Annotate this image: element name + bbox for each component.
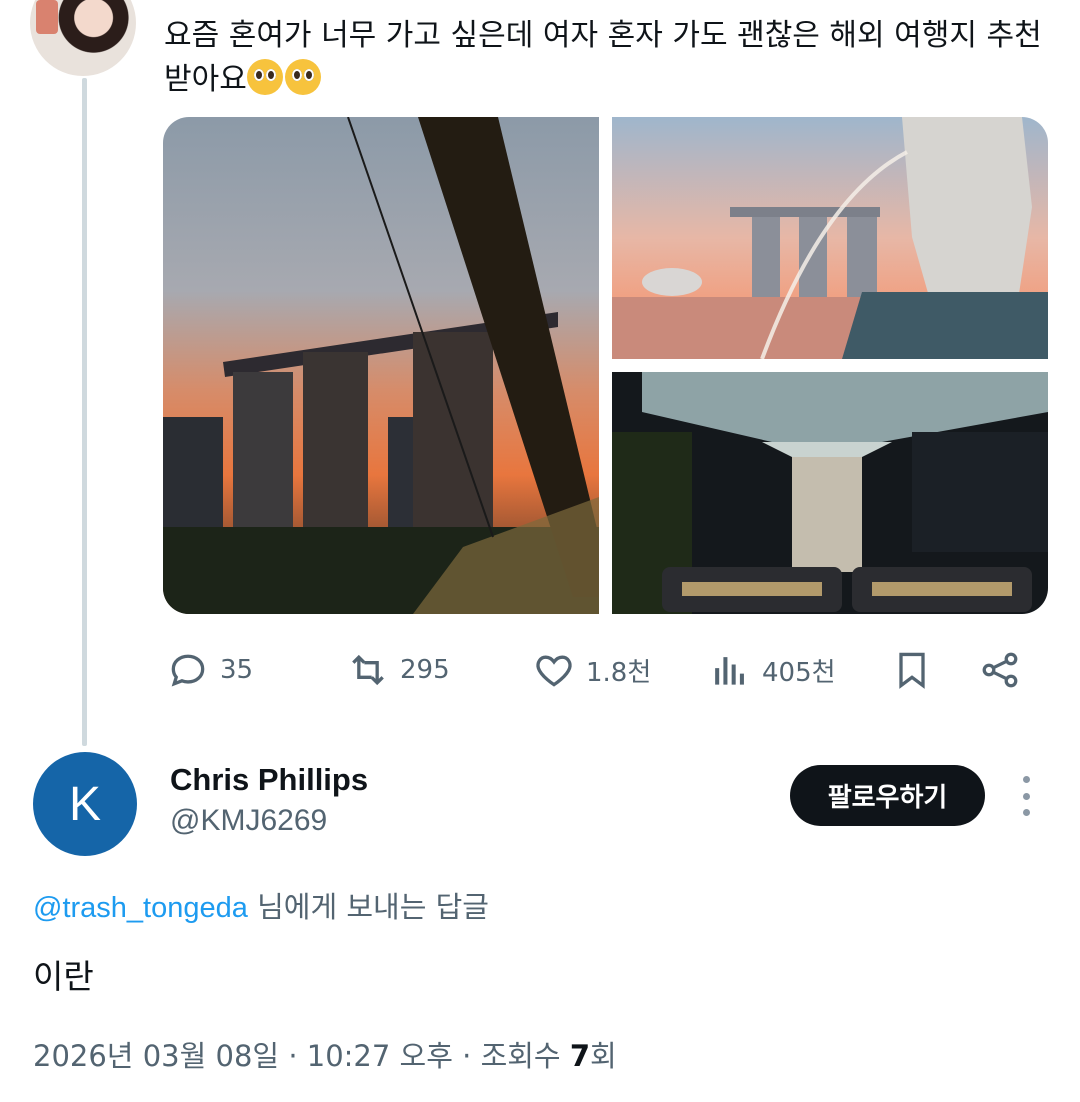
jewel-rain-vortex-photo[interactable] <box>612 372 1048 614</box>
tweet-media-grid <box>163 117 1048 614</box>
more-options-icon[interactable] <box>1016 776 1036 816</box>
reply-text: 이란 <box>33 957 94 996</box>
replying-to-line: @trash_tongeda 님에게 보내는 답글 <box>33 884 489 926</box>
phone-case-detail <box>36 0 58 34</box>
tweet-text-line2: 받아요 <box>164 62 247 97</box>
replying-to-mention-link[interactable]: @trash_tongeda <box>33 892 248 924</box>
views-button[interactable]: 405천 <box>708 640 836 700</box>
like-button[interactable]: 1.8천 <box>532 640 651 700</box>
reply-views-count: 7 <box>569 1039 591 1073</box>
meta-separator: · <box>288 1039 307 1073</box>
retweet-count: 295 <box>400 655 450 685</box>
reply-date[interactable]: 2026년 03월 08일 <box>33 1039 279 1073</box>
share-button[interactable] <box>978 640 1022 700</box>
reply-user-display-name[interactable]: Chris Phillips <box>170 762 368 798</box>
reply-button[interactable]: 35 <box>166 640 253 700</box>
tweet-text-line1: 요즘 혼여가 너무 가고 싶은데 여자 혼자 가도 괜찮은 해외 여행지 추천 <box>164 18 1042 53</box>
share-icon <box>982 652 1018 688</box>
reply-user-avatar[interactable]: K <box>33 752 137 856</box>
views-label: 조회수 <box>480 1039 561 1073</box>
replying-to-suffix: 님에게 보내는 답글 <box>257 890 489 924</box>
meta-separator: · <box>462 1039 481 1073</box>
pleading-face-icon <box>284 59 321 95</box>
original-poster-avatar[interactable] <box>30 0 136 76</box>
views-count: 405천 <box>762 657 836 688</box>
reply-icon <box>171 654 205 687</box>
avatar-letter: K <box>68 777 101 831</box>
marina-bay-sands-sunset-photo[interactable] <box>163 117 599 614</box>
retweet-icon <box>352 654 384 686</box>
reply-user-handle[interactable]: @KMJ6269 <box>170 804 327 838</box>
reply-metadata: 2026년 03월 08일 · 10:27 오후 · 조회수 7회 <box>33 1033 617 1075</box>
tweet-action-bar: 35 295 1.8천 405천 <box>164 640 1044 700</box>
analytics-icon <box>715 657 744 685</box>
merlion-park-photo[interactable] <box>612 117 1048 359</box>
retweet-button[interactable]: 295 <box>346 640 450 700</box>
bookmark-button[interactable] <box>890 640 934 700</box>
follow-button[interactable]: 팔로우하기 <box>790 765 985 826</box>
tweet-text: 요즘 혼여가 너무 가고 싶은데 여자 혼자 가도 괜찮은 해외 여행지 추천 … <box>164 14 1044 102</box>
reply-time[interactable]: 10:27 오후 <box>307 1039 453 1073</box>
pleading-face-icon <box>246 59 283 95</box>
thread-connector-line <box>82 78 87 746</box>
reply-count: 35 <box>220 655 254 685</box>
heart-icon <box>536 655 572 687</box>
bookmark-icon <box>899 652 925 689</box>
like-count: 1.8천 <box>586 657 652 688</box>
views-unit: 회 <box>590 1039 617 1073</box>
